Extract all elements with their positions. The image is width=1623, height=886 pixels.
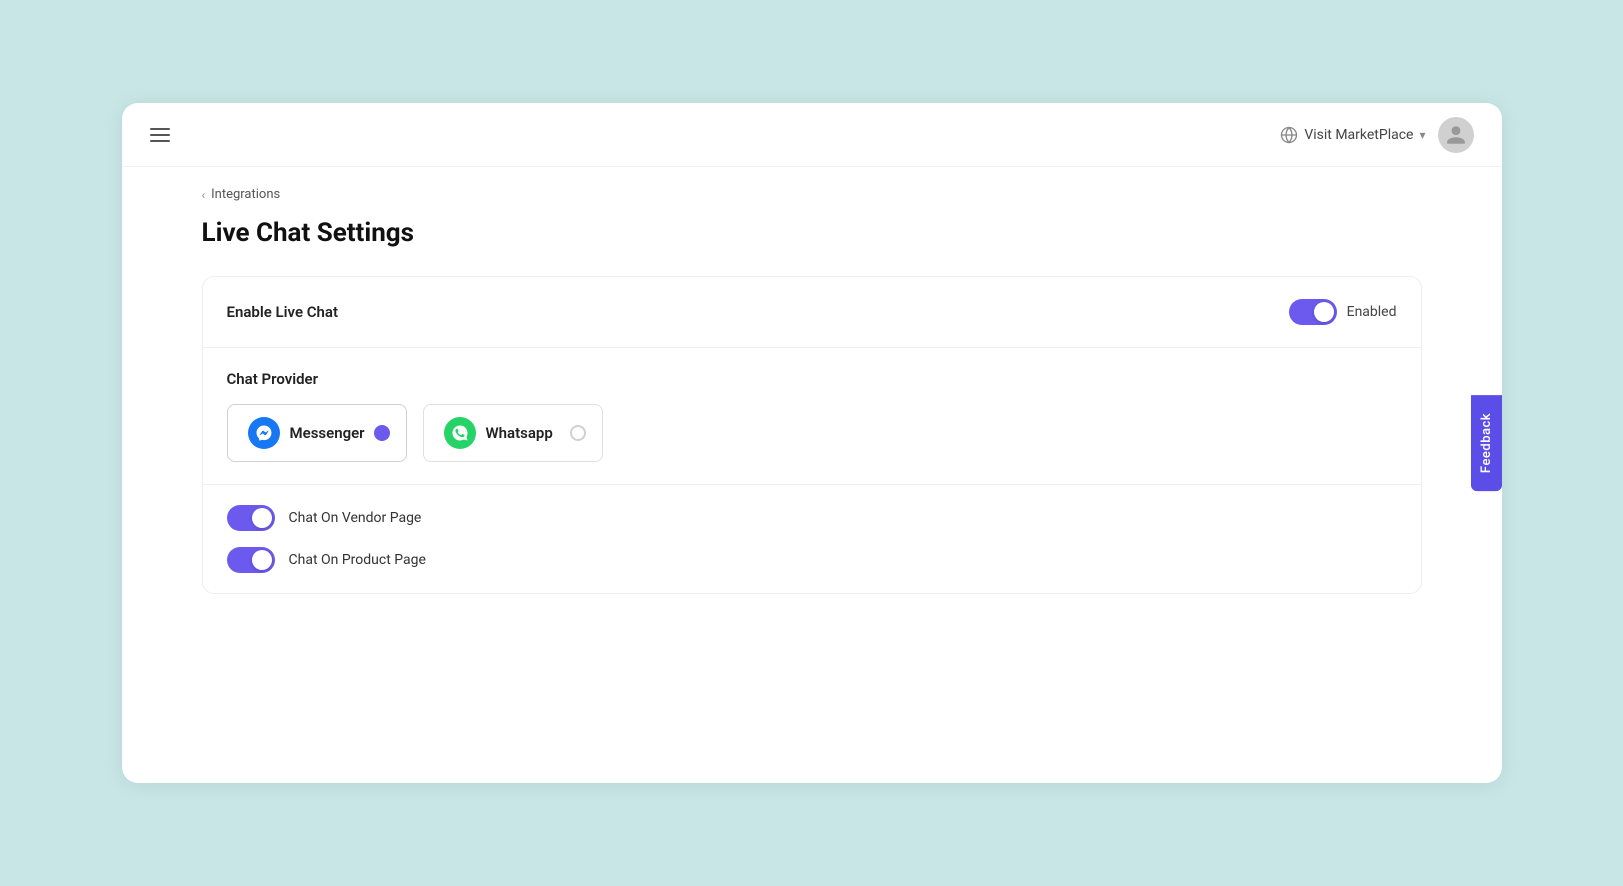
whatsapp-icon [444, 417, 476, 449]
page-title: Live Chat Settings [122, 210, 1502, 276]
messenger-option[interactable]: Messenger [227, 404, 407, 462]
whatsapp-label: Whatsapp [486, 424, 553, 442]
page-background: Visit MarketPlace ▾ ‹ Integrations Live … [0, 0, 1623, 886]
globe-icon [1280, 126, 1298, 144]
vendor-page-toggle[interactable] [227, 505, 275, 531]
avatar-icon [1445, 124, 1467, 146]
feedback-button[interactable]: Feedback [1471, 395, 1502, 491]
chat-provider-title: Chat Provider [227, 370, 1397, 388]
menu-icon[interactable] [150, 128, 170, 142]
header: Visit MarketPlace ▾ [122, 103, 1502, 167]
provider-options: Messenger Whatsapp [227, 404, 1397, 462]
main-card: Visit MarketPlace ▾ ‹ Integrations Live … [122, 103, 1502, 783]
messenger-label: Messenger [290, 424, 365, 442]
messenger-radio [374, 425, 390, 441]
enable-live-chat-toggle[interactable] [1289, 299, 1337, 325]
marketplace-button[interactable]: Visit MarketPlace ▾ [1280, 126, 1425, 144]
whatsapp-option[interactable]: Whatsapp [423, 404, 603, 462]
product-page-label: Chat On Product Page [289, 552, 426, 568]
chat-provider-section: Chat Provider Messenger [203, 348, 1421, 485]
enable-live-chat-label: Enable Live Chat [227, 303, 339, 321]
header-right: Visit MarketPlace ▾ [1280, 117, 1473, 153]
product-page-toggle[interactable] [227, 547, 275, 573]
whatsapp-svg [451, 424, 469, 442]
chevron-down-icon: ▾ [1419, 128, 1425, 142]
breadcrumb-chevron-icon: ‹ [202, 188, 206, 202]
content: Enable Live Chat Enabled Chat Provider [122, 276, 1502, 634]
messenger-svg [255, 424, 273, 442]
vendor-page-toggle-row: Chat On Vendor Page [227, 505, 1397, 531]
messenger-icon [248, 417, 280, 449]
enable-live-chat-toggle-label: Enabled [1347, 304, 1397, 320]
enable-live-chat-toggle-container: Enabled [1289, 299, 1397, 325]
breadcrumb: ‹ Integrations [122, 167, 1502, 210]
breadcrumb-link[interactable]: Integrations [211, 187, 280, 202]
settings-card: Enable Live Chat Enabled Chat Provider [202, 276, 1422, 594]
whatsapp-radio [570, 425, 586, 441]
enable-live-chat-row: Enable Live Chat Enabled [203, 277, 1421, 348]
product-page-toggle-row: Chat On Product Page [227, 547, 1397, 573]
avatar[interactable] [1438, 117, 1474, 153]
marketplace-label: Visit MarketPlace [1304, 127, 1413, 143]
vendor-page-label: Chat On Vendor Page [289, 510, 422, 526]
toggles-section: Chat On Vendor Page Chat On Product Page [203, 485, 1421, 593]
